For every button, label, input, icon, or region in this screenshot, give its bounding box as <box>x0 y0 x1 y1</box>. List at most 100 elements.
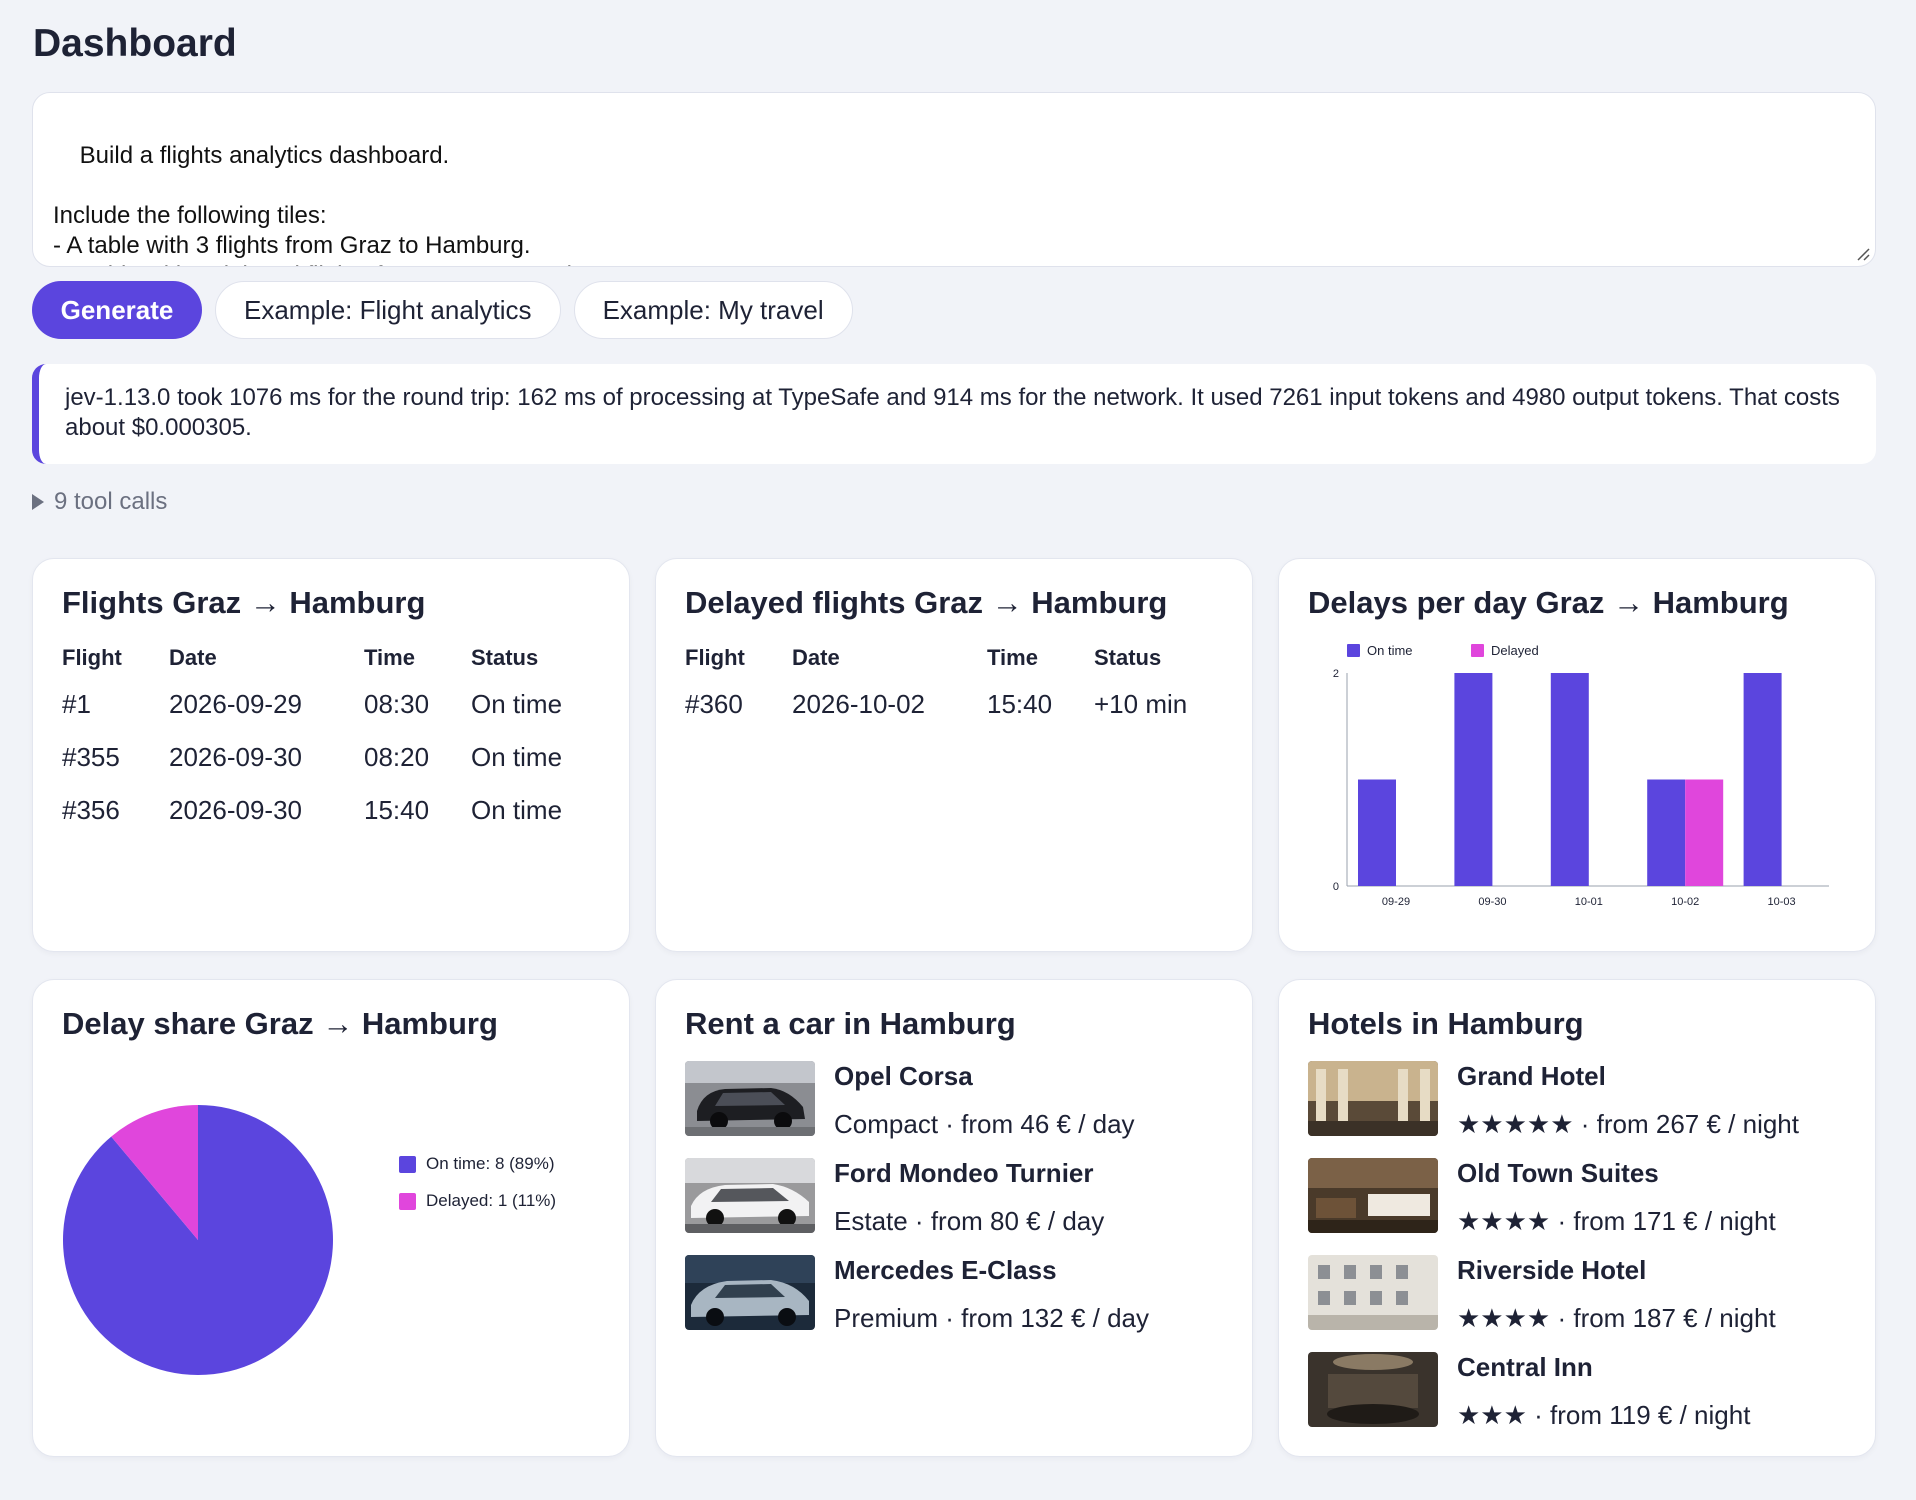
column-header: Status <box>471 645 539 670</box>
column-header: Date <box>169 645 217 670</box>
hotel-details: ★★★★ · from 187 € / night <box>1457 1303 1776 1333</box>
x-tick-label: 09-29 <box>1382 896 1410 908</box>
hotel-photo <box>1308 1158 1438 1233</box>
hotels-card-title: Hotels in Hamburg <box>1308 1006 1584 1041</box>
disclosure-triangle-icon <box>32 494 44 510</box>
legend-item-delayed: Delayed: 1 (11%) <box>399 1191 556 1211</box>
bar-on-time <box>1550 673 1589 886</box>
table-row: #355 2026-09-30 08:20 On time <box>62 731 591 784</box>
column-header: Date <box>792 645 840 670</box>
table-cell: 15:40 <box>987 689 1053 719</box>
generate-button[interactable]: Generate <box>32 281 202 339</box>
hotel-name: Central Inn <box>1457 1352 1593 1382</box>
bar-on-time <box>1743 673 1782 886</box>
hotel-item-central-inn[interactable]: Central Inn ★★★ · from 119 € / night <box>1308 1352 1868 1430</box>
car-name: Opel Corsa <box>834 1061 973 1091</box>
hotel-details: ★★★ · from 119 € / night <box>1457 1400 1751 1430</box>
flights-card-title: Flights Graz → Hamburg <box>62 585 426 620</box>
legend-label: On time: 8 (89%) <box>426 1154 555 1173</box>
delays-per-day-chart: On time Delayed 0 2 09-29 09-30 10-01 10-02 10-… <box>1333 643 1829 908</box>
delay-share-pie-chart <box>63 1105 334 1375</box>
car-photo <box>685 1158 815 1233</box>
legend-label: Delayed: 1 (11%) <box>426 1191 557 1210</box>
car-details: Estate · from 80 € / day <box>834 1206 1105 1236</box>
x-tick-label: 10-03 <box>1768 896 1796 908</box>
x-tick-label: 09-30 <box>1478 896 1506 908</box>
table-cell: 15:40 <box>364 795 430 825</box>
legend-item-on-time: On time: 8 (89%) <box>399 1154 556 1174</box>
hotel-photo <box>1308 1352 1438 1427</box>
table-cell: On time <box>471 689 563 719</box>
column-header: Time <box>364 645 415 670</box>
rent-a-car-card-title: Rent a car in Hamburg <box>685 1006 1016 1041</box>
table-cell: On time <box>471 742 563 772</box>
page-title: Dashboard <box>33 22 237 65</box>
car-name: Ford Mondeo Turnier <box>834 1158 1094 1188</box>
car-details: Premium · from 132 € / day <box>834 1303 1149 1333</box>
car-name: Mercedes E-Class <box>834 1255 1057 1285</box>
hotels-card: Hotels in Hamburg Grand Hotel ★★★★★ · fr… <box>1278 979 1876 1457</box>
table-row: #360 2026-10-02 15:40 +10 min <box>685 678 1214 731</box>
prompt-text: Build a flights analytics dashboard. Inc… <box>53 142 621 266</box>
hotel-item-old-town-suites[interactable]: Old Town Suites ★★★★ · from 171 € / nigh… <box>1308 1158 1868 1236</box>
table-cell: 08:20 <box>364 742 430 772</box>
hotel-details: ★★★★ · from 171 € / night <box>1457 1206 1776 1236</box>
hotel-photo <box>1308 1061 1438 1136</box>
table-cell: #356 <box>62 795 120 825</box>
example-my-travel-button[interactable]: Example: My travel <box>573 281 853 339</box>
delayed-flights-card-title: Delayed flights Graz → Hamburg <box>685 585 1168 620</box>
hotel-name: Riverside Hotel <box>1457 1255 1647 1285</box>
hotel-item-grand-hotel[interactable]: Grand Hotel ★★★★★ · from 267 € / night <box>1308 1061 1868 1139</box>
table-cell: #360 <box>685 689 743 719</box>
tool-calls-toggle[interactable]: 9 tool calls <box>32 488 167 516</box>
table-header-row: Flight Date Time Status <box>685 638 1214 678</box>
hotel-name: Grand Hotel <box>1457 1061 1606 1091</box>
delays-per-day-card: Delays per day Graz → Hamburg On time Del… <box>1278 558 1876 952</box>
column-header: Flight <box>685 645 745 670</box>
legend-swatch <box>1471 644 1484 657</box>
car-item-opel-corsa[interactable]: Opel Corsa Compact · from 46 € / day <box>685 1061 1245 1139</box>
delayed-flights-table: Flight Date Time Status #360 2026-10-02 … <box>685 638 1214 731</box>
legend-swatch <box>399 1192 416 1210</box>
pie-legend: On time: 8 (89%) Delayed: 1 (11%) <box>399 1154 556 1211</box>
hotel-details: ★★★★★ · from 267 € / night <box>1457 1109 1799 1139</box>
action-buttons: Generate Example: Flight analytics Examp… <box>32 281 853 339</box>
y-tick-label: 0 <box>1333 881 1339 893</box>
table-cell: 2026-09-29 <box>169 689 302 719</box>
column-header: Status <box>1094 645 1162 670</box>
table-header-row: Flight Date Time Status <box>62 638 591 678</box>
table-cell: On time <box>471 795 563 825</box>
prompt-textarea[interactable]: Build a flights analytics dashboard. Inc… <box>32 92 1876 267</box>
delayed-flights-card: Delayed flights Graz → Hamburg Flight Da… <box>655 558 1253 952</box>
round-trip-info: jev-1.13.0 took 1076 ms for the round tr… <box>32 364 1876 464</box>
car-photo <box>685 1255 815 1330</box>
hotel-item-riverside-hotel[interactable]: Riverside Hotel ★★★★ · from 187 € / nigh… <box>1308 1255 1868 1333</box>
bar-on-time <box>1358 779 1396 886</box>
table-cell: #1 <box>62 689 91 719</box>
rent-a-car-card: Rent a car in Hamburg Opel Corsa Compact… <box>655 979 1253 1457</box>
hotel-photo <box>1308 1255 1438 1330</box>
legend-swatch <box>399 1155 416 1173</box>
delay-share-card-title: Delay share Graz → Hamburg <box>62 1006 498 1041</box>
car-item-ford-mondeo[interactable]: Ford Mondeo Turnier Estate · from 80 € /… <box>685 1158 1245 1236</box>
flights-table: Flight Date Time Status #1 2026-09-29 08… <box>62 638 591 837</box>
legend-swatch <box>1347 644 1360 657</box>
table-cell: 08:30 <box>364 689 430 719</box>
car-item-mercedes-e-class[interactable]: Mercedes E-Class Premium · from 132 € / … <box>685 1255 1245 1333</box>
car-details: Compact · from 46 € / day <box>834 1109 1135 1139</box>
bar-delayed <box>1685 779 1724 886</box>
example-flight-analytics-button[interactable]: Example: Flight analytics <box>215 281 561 339</box>
x-tick-label: 10-01 <box>1575 896 1603 908</box>
x-tick-label: 10-02 <box>1671 896 1699 908</box>
table-row: #356 2026-09-30 15:40 On time <box>62 784 591 837</box>
bar-on-time <box>1647 779 1686 886</box>
column-header: Flight <box>62 645 122 670</box>
table-cell: 2026-09-30 <box>169 795 302 825</box>
bar-on-time <box>1454 673 1493 886</box>
round-trip-info-text: jev-1.13.0 took 1076 ms for the round tr… <box>65 384 1840 441</box>
table-row: #1 2026-09-29 08:30 On time <box>62 678 591 731</box>
column-header: Time <box>987 645 1038 670</box>
hotel-name: Old Town Suites <box>1457 1158 1659 1188</box>
y-tick-label: 2 <box>1333 668 1339 680</box>
resize-grip-icon[interactable] <box>1855 246 1871 262</box>
